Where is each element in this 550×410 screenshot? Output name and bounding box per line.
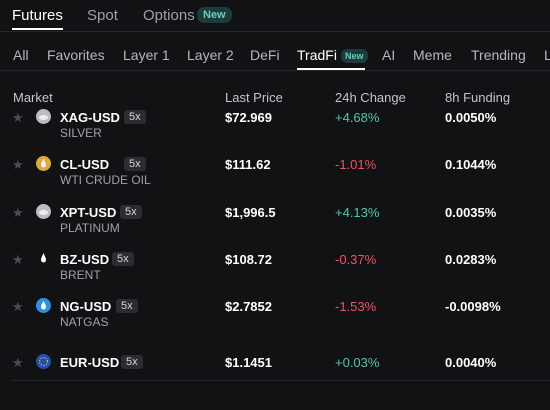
column-header-last-price[interactable]: Last Price: [225, 90, 283, 105]
market-name: WTI CRUDE OIL: [60, 173, 151, 187]
star-icon[interactable]: ★: [12, 356, 24, 369]
table-row[interactable]: ★ BZ-USD 5x BRENT $108.72 -0.37% 0.0283%: [0, 251, 550, 297]
top-tab-bar: Futures Spot Options New: [0, 0, 550, 32]
star-icon[interactable]: ★: [12, 300, 24, 313]
leverage-badge: 5x: [120, 205, 142, 219]
top-tab-active-indicator: [12, 28, 63, 30]
market-symbol: XPT-USD: [60, 205, 117, 220]
table-row[interactable]: ★ XPT-USD 5x PLATINUM $1,996.5 +4.13% 0.…: [0, 204, 550, 250]
top-divider: [0, 31, 550, 32]
tradfi-new-badge: New: [341, 49, 368, 63]
funding-8h: 0.0035%: [445, 205, 497, 220]
silver-coin-icon: [36, 109, 51, 124]
last-price: $111.62: [225, 157, 271, 172]
last-price: $72.969: [225, 110, 272, 125]
tab-futures[interactable]: Futures: [12, 7, 63, 24]
gas-flame-icon: [36, 298, 51, 313]
category-divider: [0, 70, 550, 71]
tab-options[interactable]: Options: [143, 7, 195, 24]
funding-8h: 0.1044%: [445, 157, 497, 172]
market-symbol: NG-USD: [60, 299, 112, 314]
funding-8h: -0.0098%: [445, 299, 501, 314]
leverage-badge: 5x: [124, 110, 146, 124]
change-24h: -1.53%: [335, 299, 377, 314]
star-icon[interactable]: ★: [12, 253, 24, 266]
tab-overflow[interactable]: L: [544, 47, 550, 63]
oil-drop-icon: [36, 156, 51, 171]
change-24h: +4.13%: [335, 205, 380, 220]
change-24h: -1.01%: [335, 157, 377, 172]
market-symbol: BZ-USD: [60, 252, 110, 267]
change-24h: +0.03%: [335, 355, 380, 370]
table-bottom-divider: [12, 380, 550, 381]
tab-ai[interactable]: AI: [382, 47, 395, 63]
market-name: SILVER: [60, 126, 102, 140]
market-name: PLATINUM: [60, 221, 120, 235]
leverage-badge: 5x: [121, 355, 143, 369]
change-24h: +4.68%: [335, 110, 380, 125]
market-name: NATGAS: [60, 315, 109, 329]
options-new-badge: New: [197, 7, 232, 23]
tab-tradfi[interactable]: TradFi: [297, 47, 337, 63]
leverage-badge: 5x: [112, 252, 134, 266]
change-24h: -0.37%: [335, 252, 377, 267]
table-row[interactable]: ★ CL-USD 5x WTI CRUDE OIL $111.62 -1.01%…: [0, 156, 550, 202]
tab-layer-2[interactable]: Layer 2: [187, 47, 234, 63]
tab-trending[interactable]: Trending: [471, 47, 526, 63]
last-price: $1,996.5: [225, 205, 276, 220]
star-icon[interactable]: ★: [12, 206, 24, 219]
market-symbol: CL-USD: [60, 157, 110, 172]
star-icon[interactable]: ★: [12, 158, 24, 171]
leverage-badge: 5x: [124, 157, 146, 171]
market-symbol: EUR-USD: [60, 355, 120, 370]
tab-spot[interactable]: Spot: [87, 7, 118, 24]
column-header-8h-funding[interactable]: 8h Funding: [445, 90, 510, 105]
euro-flag-icon: [36, 354, 51, 369]
table-row[interactable]: ★ XAG-USD 5x SILVER $72.969 +4.68% 0.005…: [0, 109, 550, 155]
table-row[interactable]: ★ EUR-USD 5x $1.1451 +0.03% 0.0040%: [0, 354, 550, 400]
market-symbol: XAG-USD: [60, 110, 120, 125]
tab-favorites[interactable]: Favorites: [47, 47, 105, 63]
tab-layer-1[interactable]: Layer 1: [123, 47, 170, 63]
table-row[interactable]: ★ NG-USD 5x NATGAS $2.7852 -1.53% -0.009…: [0, 298, 550, 344]
funding-8h: 0.0050%: [445, 110, 497, 125]
brent-drop-icon: [36, 251, 51, 266]
tab-all[interactable]: All: [13, 47, 29, 63]
last-price: $108.72: [225, 252, 272, 267]
platinum-coin-icon: [36, 204, 51, 219]
star-icon[interactable]: ★: [12, 111, 24, 124]
column-header-market[interactable]: Market: [13, 90, 53, 105]
funding-8h: 0.0283%: [445, 252, 497, 267]
market-name: BRENT: [60, 268, 101, 282]
tab-defi[interactable]: DeFi: [250, 47, 280, 63]
column-header-24h-change[interactable]: 24h Change: [335, 90, 406, 105]
tab-meme[interactable]: Meme: [413, 47, 452, 63]
last-price: $1.1451: [225, 355, 272, 370]
funding-8h: 0.0040%: [445, 355, 497, 370]
last-price: $2.7852: [225, 299, 272, 314]
leverage-badge: 5x: [116, 299, 138, 313]
